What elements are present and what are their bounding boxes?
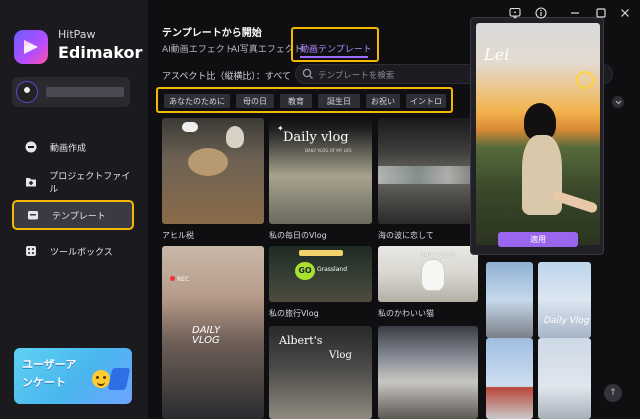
- template-card-city[interactable]: [378, 326, 478, 419]
- overlay-title: Daily vlog: [283, 130, 349, 145]
- promo-line1: ユーザーア: [22, 358, 77, 371]
- template-caption: 私のかわいい猫: [378, 309, 434, 318]
- account-name-redacted: [46, 87, 124, 97]
- overlay-title: Grassland: [317, 266, 347, 273]
- back-to-top-button[interactable]: ↑: [604, 384, 622, 402]
- page-title: テンプレートから開始: [162, 28, 262, 39]
- sun-doodle-icon: [576, 71, 594, 89]
- sidebar-item-projects[interactable]: プロジェクトファイル: [12, 167, 134, 197]
- expand-categories-button[interactable]: [612, 96, 624, 108]
- chevron-down-icon: [615, 100, 621, 104]
- category-for-you[interactable]: あなたのために: [164, 94, 230, 108]
- wave-shape: [378, 166, 478, 184]
- survey-promo-banner[interactable]: ユーザーア ンケート: [14, 348, 132, 404]
- chat-icon: [509, 7, 521, 19]
- overlay-subtitle: DAILY VLOG OF MY LIFE: [305, 148, 352, 153]
- template-caption: アヒル税: [162, 231, 194, 240]
- send-arrow-icon: [107, 368, 131, 390]
- app-logo: [14, 30, 48, 64]
- template-preview-popup: Lei 適用: [470, 17, 604, 255]
- sidebar-item-label: テンプレート: [52, 211, 106, 222]
- template-card-duck[interactable]: [162, 118, 264, 224]
- search-icon: [302, 68, 313, 79]
- template-card-ocean-waves[interactable]: [378, 118, 478, 224]
- go-badge: GO: [295, 262, 315, 280]
- bird-shape: [226, 126, 244, 148]
- template-card-alberts-vlog[interactable]: Albert's Vlog: [269, 326, 372, 419]
- sidebar-item-toolbox[interactable]: ツールボックス: [12, 236, 134, 266]
- video-icon: [24, 140, 38, 154]
- sidebar-item-create-video[interactable]: 動画作成: [12, 132, 134, 162]
- heart-eyes-emoji-icon: [92, 370, 110, 388]
- category-education[interactable]: 教育: [280, 94, 312, 108]
- maximize-icon: [596, 8, 606, 18]
- sidebar-item-templates[interactable]: テンプレート: [12, 200, 134, 230]
- account-card[interactable]: [12, 77, 130, 107]
- overlay-title: DAILY VLOG: [192, 326, 220, 346]
- promo-line2: ンケート: [22, 376, 66, 389]
- folder-plus-icon: [24, 175, 37, 189]
- overlay-line1: Albert's: [279, 334, 323, 347]
- template-card-daily-vlog-beach[interactable]: REC DAILY VLOG: [162, 246, 264, 419]
- overlay-title: DAILY VLOG: [420, 252, 456, 259]
- template-card-street[interactable]: [486, 262, 533, 338]
- category-birthday[interactable]: 誕生日: [318, 94, 360, 108]
- maximize-button[interactable]: [594, 6, 608, 20]
- template-card-daily-vlog[interactable]: ✦ Daily vlog DAILY VLOG OF MY LIFE: [269, 118, 372, 224]
- overlay-line2: VLOG: [192, 335, 220, 346]
- template-card-travel-vlog[interactable]: GO Grassland: [269, 246, 372, 302]
- sidebar: HitPaw Edimakor 動画作成 プロジェクトファイル テンプレート ツ…: [0, 0, 148, 419]
- close-icon: [621, 9, 629, 17]
- category-intro[interactable]: イントロ: [406, 94, 446, 108]
- preview-scribble-text: Lei: [484, 45, 510, 64]
- template-card-tower[interactable]: [486, 338, 533, 419]
- info-icon: [535, 7, 547, 19]
- category-celebration[interactable]: お祝い: [366, 94, 400, 108]
- template-card-daily-vlog-sky[interactable]: Daily Vlog: [538, 262, 591, 338]
- sidebar-item-label: プロジェクトファイル: [49, 172, 131, 195]
- dog-shape: [422, 260, 444, 290]
- minimize-button[interactable]: [568, 6, 582, 20]
- badge-icon: [182, 122, 198, 132]
- aspect-ratio-dropdown[interactable]: アスペクト比（縦横比）：すべて: [162, 69, 306, 82]
- search-placeholder: テンプレートを検索: [318, 71, 395, 81]
- template-card-gate[interactable]: [538, 338, 591, 419]
- minimize-icon: [571, 12, 579, 14]
- feedback-button[interactable]: [508, 6, 522, 20]
- highlight-box-tab: [291, 27, 379, 62]
- banner-shape: [299, 250, 343, 256]
- template-caption: 私の旅行Vlog: [269, 309, 319, 318]
- overlay-line2: Vlog: [329, 350, 352, 361]
- overlay-title: Daily Vlog: [544, 316, 590, 326]
- template-caption: 私の毎日のVlog: [269, 231, 327, 240]
- category-mothers-day[interactable]: 母の日: [236, 94, 274, 108]
- aspect-ratio-label: アスペクト比（縦横比）：すべて: [162, 72, 291, 82]
- avatar: [16, 81, 38, 103]
- preview-video[interactable]: Lei: [476, 23, 600, 245]
- rec-indicator: REC: [170, 276, 189, 283]
- template-icon: [26, 208, 40, 222]
- tab-ai-video-effects[interactable]: AI動画エフェクト: [162, 42, 234, 55]
- info-button[interactable]: [534, 6, 548, 20]
- brand-company: HitPaw: [58, 28, 96, 41]
- person-body-shape: [522, 135, 562, 215]
- brand-product: Edimakor: [58, 43, 143, 62]
- sidebar-item-label: 動画作成: [50, 143, 87, 154]
- toolbox-icon: [24, 244, 38, 258]
- apply-button[interactable]: 適用: [498, 232, 578, 247]
- template-card-cute-cat[interactable]: DAILY VLOG: [378, 246, 478, 302]
- duck-shape: [188, 148, 228, 176]
- logo-play-icon: [24, 40, 38, 54]
- close-button[interactable]: [618, 6, 632, 20]
- category-filter-bar: あなたのために 母の日 教育 誕生日 お祝い イントロ: [156, 87, 453, 113]
- window-controls: [506, 6, 632, 20]
- template-caption: 海の波に恋して: [378, 231, 434, 240]
- sidebar-item-label: ツールボックス: [50, 247, 113, 258]
